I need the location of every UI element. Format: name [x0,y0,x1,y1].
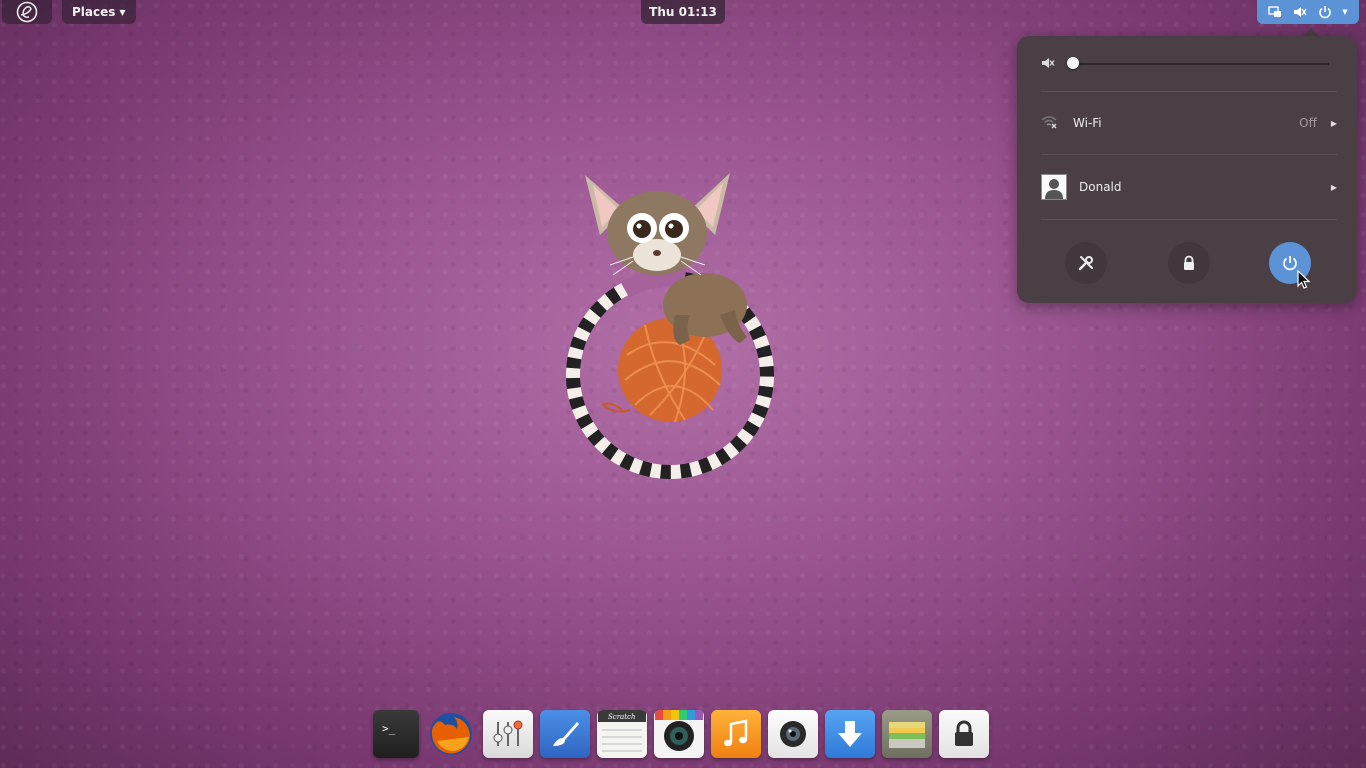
volume-muted-icon[interactable] [1041,55,1055,74]
wifi-label: Wi-Fi [1073,116,1102,130]
wifi-off-icon [1041,115,1057,132]
svg-text:Scratch: Scratch [608,713,635,721]
files-icon[interactable] [882,710,932,758]
wifi-status: Off [1299,116,1317,130]
volume-slider[interactable] [1067,57,1329,69]
terminal-icon[interactable]: >_ [373,710,419,758]
elementary-logo-icon [16,1,38,23]
snap-icon[interactable] [768,710,818,758]
top-panel: Places ▼ Thu 01:13 ▼ [0,0,1366,24]
volume-slider-knob[interactable] [1067,57,1079,69]
lock-button[interactable] [1168,242,1210,284]
user-row[interactable]: Donald ▶ [1041,174,1337,200]
avatar [1041,174,1067,200]
clock-text: Thu 01:13 [649,5,717,19]
system-actions-row [1041,242,1337,284]
noise-icon[interactable] [711,710,761,758]
lock-icon [1184,255,1194,270]
scratch-icon[interactable]: Scratch [597,710,647,758]
settings-button[interactable] [1065,242,1107,284]
places-label: Places [72,5,116,19]
mouse-cursor [1297,270,1311,289]
power-icon[interactable] [1318,5,1332,19]
user-name: Donald [1079,180,1122,194]
lock-screen-icon[interactable] [939,710,989,758]
chevron-right-icon: ▶ [1330,118,1337,128]
divider [1041,154,1337,155]
chevron-right-icon: ▶ [1330,182,1337,192]
chevron-down-icon: ▼ [119,7,126,17]
midori-icon[interactable] [540,710,590,758]
system-menu-popover: Wi-Fi Off ▶ Donald ▶ [1017,36,1357,303]
svg-text:>_: >_ [382,722,396,735]
volume-muted-icon[interactable] [1293,5,1307,19]
divider [1041,219,1337,220]
switchboard-icon[interactable] [483,710,533,758]
volume-row [1041,54,1337,74]
clock-indicator[interactable]: Thu 01:13 [641,0,725,24]
system-tray[interactable]: ▼ [1257,0,1359,24]
software-center-icon[interactable] [825,710,875,758]
tools-icon [1078,256,1093,271]
dock: >_ Scratch [373,710,989,760]
user-silhouette-icon [1045,179,1063,199]
places-menu-button[interactable]: Places ▼ [62,0,136,24]
display-icon[interactable] [1268,5,1282,19]
chevron-down-icon: ▼ [1342,8,1348,16]
divider [1041,91,1337,92]
applications-button[interactable] [2,0,52,24]
firefox-icon[interactable] [426,710,476,758]
shotwell-icon[interactable] [654,710,704,758]
wallpaper-cat-illustration [566,173,774,479]
wifi-row[interactable]: Wi-Fi Off ▶ [1041,112,1337,134]
